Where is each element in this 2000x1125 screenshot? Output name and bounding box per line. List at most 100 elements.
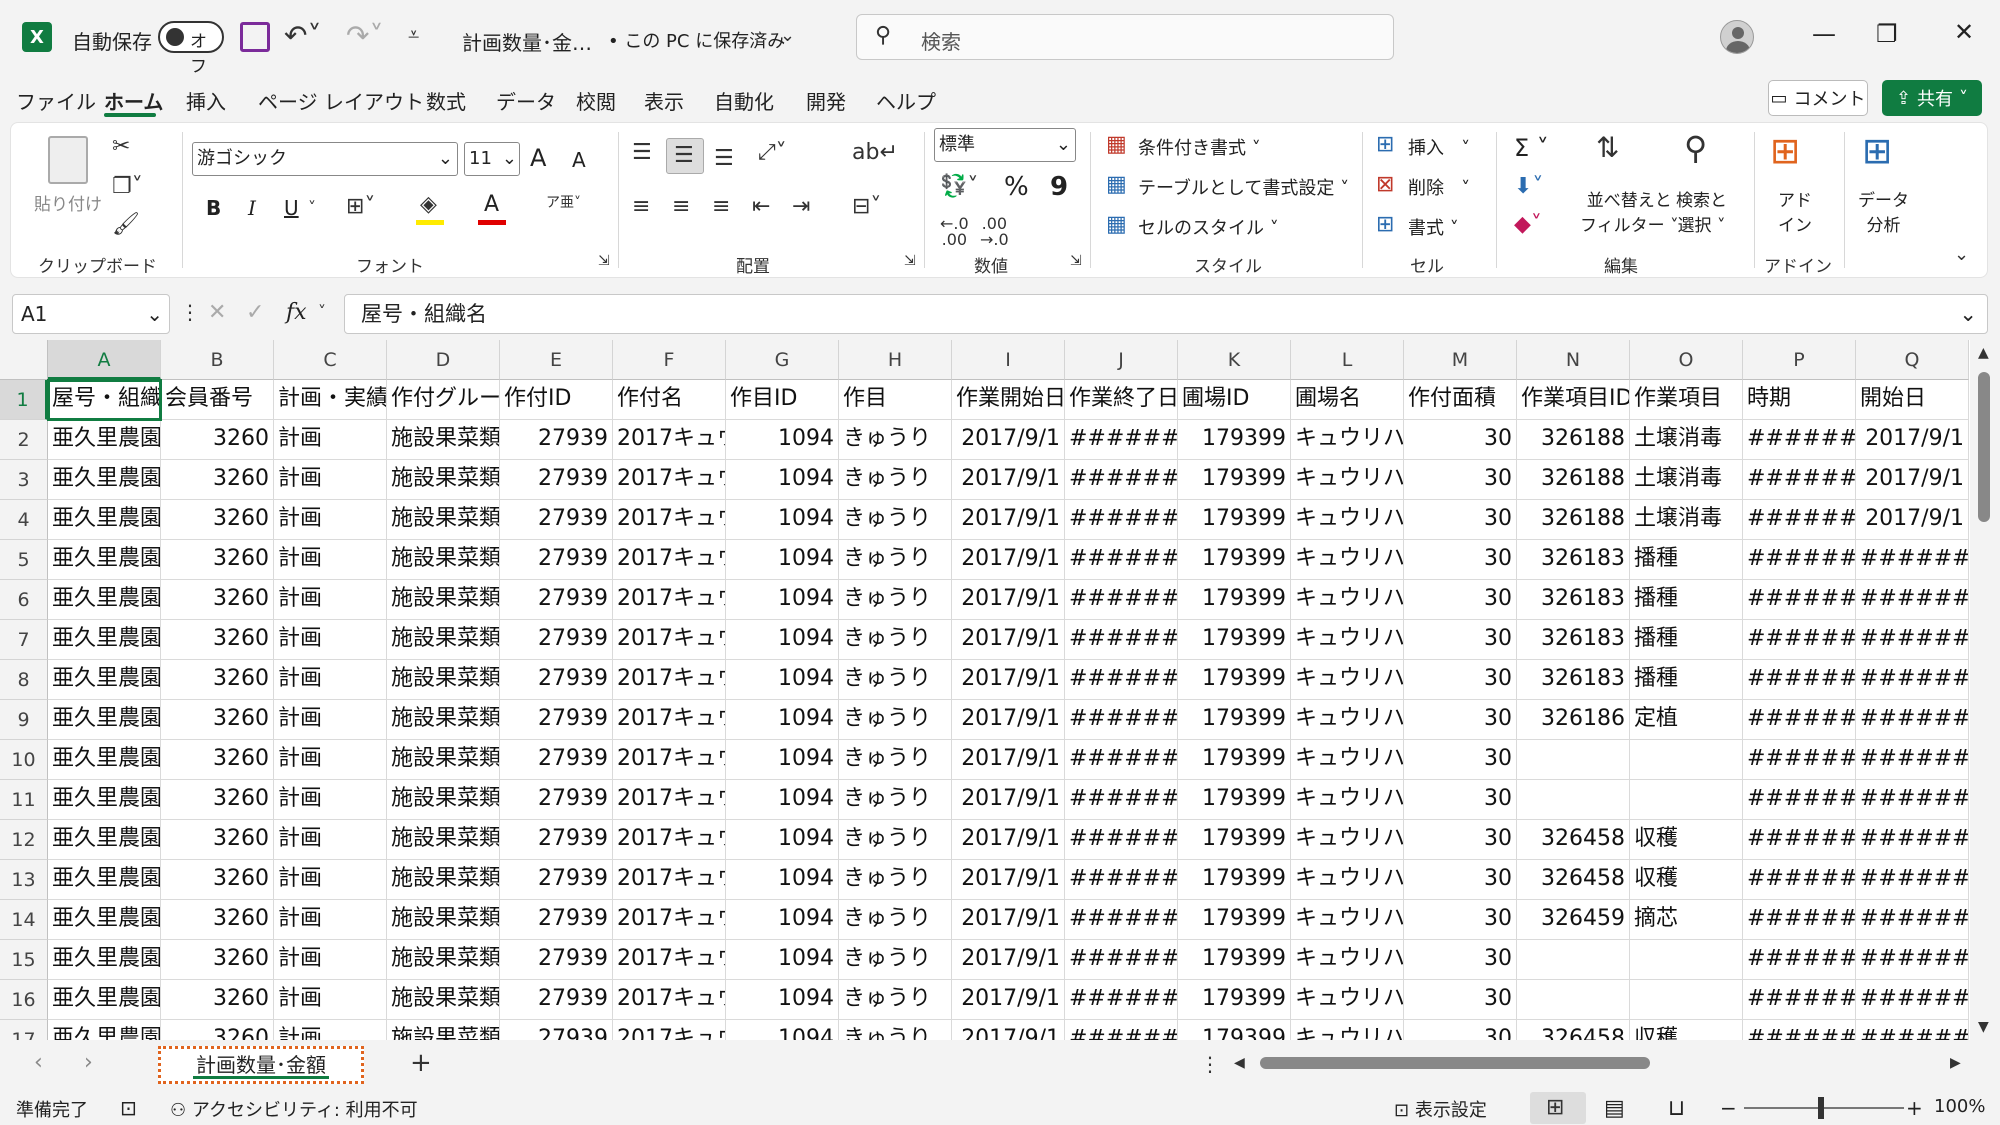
comma-button[interactable]: 9 [1050,172,1068,202]
table-cell[interactable]: 施設果菜類 [387,540,500,580]
table-cell[interactable]: 亜久里農園 [48,860,161,900]
cell-styles-button[interactable]: セルのスタイル ˅ [1138,214,1279,240]
table-cell[interactable]: 亜久里農園 [48,740,161,780]
header-cell[interactable]: 会員番号 [161,380,274,420]
name-box[interactable]: A1 ⌄ [12,294,170,334]
vertical-scroll-thumb[interactable] [1978,372,1990,522]
table-cell[interactable]: 2017キュウリ [613,860,726,900]
restore-icon[interactable]: ❐ [1876,20,1898,48]
table-cell[interactable]: 土壌消毒 [1630,460,1743,500]
table-cell[interactable]: 亜久里農園 [48,900,161,940]
insert-cells-button[interactable]: 挿入 ˅ [1408,134,1470,160]
table-cell[interactable]: キュウリハウス [1291,900,1404,940]
table-cell[interactable]: ####### [1856,540,1969,580]
header-cell[interactable]: 作付名 [613,380,726,420]
table-cell[interactable]: きゅうり [839,700,952,740]
merge-center-icon[interactable]: ⊟˅ [852,196,881,218]
table-cell[interactable]: きゅうり [839,1020,952,1040]
align-left-icon[interactable]: ≡ [632,196,650,218]
table-cell[interactable]: 計画 [274,460,387,500]
table-cell[interactable]: 326458 [1517,820,1630,860]
column-header-c[interactable]: C [274,340,387,380]
table-cell[interactable]: ####### [1856,780,1969,820]
table-cell[interactable] [1517,740,1630,780]
table-cell[interactable]: ####### [1856,620,1969,660]
table-cell[interactable]: 2017/9/1 [952,820,1065,860]
table-cell[interactable]: 326183 [1517,540,1630,580]
table-cell[interactable]: 3260 [161,500,274,540]
table-cell[interactable]: ####### [1743,500,1856,540]
table-cell[interactable]: 計画 [274,620,387,660]
scroll-left-icon[interactable]: ◀ [1234,1056,1245,1070]
save-icon[interactable] [240,22,270,52]
table-cell[interactable]: 1094 [726,820,839,860]
table-cell[interactable]: 179399 [1178,620,1291,660]
header-cell[interactable]: 作業終了日 [1065,380,1178,420]
table-cell[interactable]: 施設果菜類 [387,820,500,860]
table-cell[interactable]: 施設果菜類 [387,900,500,940]
table-cell[interactable]: 計画 [274,900,387,940]
header-cell[interactable]: 作付ID [500,380,613,420]
file-name[interactable]: 計画数量･金… [462,27,592,56]
column-header-h[interactable]: H [839,340,952,380]
next-sheet-icon[interactable]: › [84,1052,93,1074]
row-header[interactable]: 14 [0,900,48,940]
header-cell[interactable]: 圃場ID [1178,380,1291,420]
align-top-icon[interactable]: ☰ [632,142,652,164]
table-cell[interactable]: 30 [1404,740,1517,780]
table-cell[interactable]: 3260 [161,860,274,900]
table-cell[interactable]: 2017キュウリ [613,1020,726,1040]
table-cell[interactable]: 30 [1404,1020,1517,1040]
table-cell[interactable]: きゅうり [839,540,952,580]
row-header[interactable]: 1 [0,380,48,420]
ribbon-collapse-icon[interactable]: ⌄ [1954,246,1969,264]
column-header-k[interactable]: K [1178,340,1291,380]
table-cell[interactable]: 計画 [274,420,387,460]
table-cell[interactable]: 施設果菜類 [387,460,500,500]
table-cell[interactable]: キュウリハウス [1291,620,1404,660]
table-cell[interactable]: キュウリハウス [1291,1020,1404,1040]
format-painter-icon[interactable]: 🖌 [112,214,140,236]
zoom-in-icon[interactable]: + [1906,1096,1923,1120]
table-cell[interactable]: 1094 [726,740,839,780]
table-cell[interactable]: キュウリハウス [1291,460,1404,500]
table-cell[interactable]: 2017/9/1 [952,740,1065,780]
shrink-font-button[interactable]: A [572,148,586,172]
table-cell[interactable]: 土壌消毒 [1630,420,1743,460]
column-header-n[interactable]: N [1517,340,1630,380]
table-cell[interactable]: ####### [1743,580,1856,620]
table-cell[interactable]: 179399 [1178,860,1291,900]
row-header[interactable]: 13 [0,860,48,900]
table-cell[interactable]: キュウリハウス [1291,740,1404,780]
column-header-d[interactable]: D [387,340,500,380]
table-cell[interactable]: 施設果菜類 [387,700,500,740]
table-cell[interactable]: 326183 [1517,620,1630,660]
table-cell[interactable]: 2017/9/1 [952,700,1065,740]
column-header-p[interactable]: P [1743,340,1856,380]
table-cell[interactable]: 3260 [161,1020,274,1040]
table-cell[interactable]: 2017/9/1 [952,500,1065,540]
table-cell[interactable]: ####### [1856,580,1969,620]
table-cell[interactable]: 3260 [161,660,274,700]
table-cell[interactable]: 3260 [161,980,274,1020]
table-cell[interactable]: キュウリハウス [1291,940,1404,980]
table-cell[interactable]: 亜久里農園 [48,820,161,860]
table-cell[interactable]: 亜久里農園 [48,620,161,660]
table-cell[interactable]: 1094 [726,780,839,820]
table-cell[interactable]: 3260 [161,620,274,660]
tab-insert[interactable]: 挿入 [186,86,226,115]
table-cell[interactable]: ####### [1065,540,1178,580]
table-cell[interactable]: 施設果菜類 [387,420,500,460]
fill-color-icon[interactable]: ◈ [420,194,437,216]
table-cell[interactable]: 計画 [274,780,387,820]
table-cell[interactable]: 3260 [161,700,274,740]
table-cell[interactable]: ####### [1856,820,1969,860]
table-cell[interactable]: 326183 [1517,660,1630,700]
table-cell[interactable] [1630,980,1743,1020]
table-cell[interactable]: 計画 [274,660,387,700]
table-cell[interactable]: 27939 [500,900,613,940]
table-cell[interactable]: きゅうり [839,860,952,900]
table-cell[interactable]: ####### [1065,740,1178,780]
column-header-l[interactable]: L [1291,340,1404,380]
percent-button[interactable]: % [1004,172,1029,202]
